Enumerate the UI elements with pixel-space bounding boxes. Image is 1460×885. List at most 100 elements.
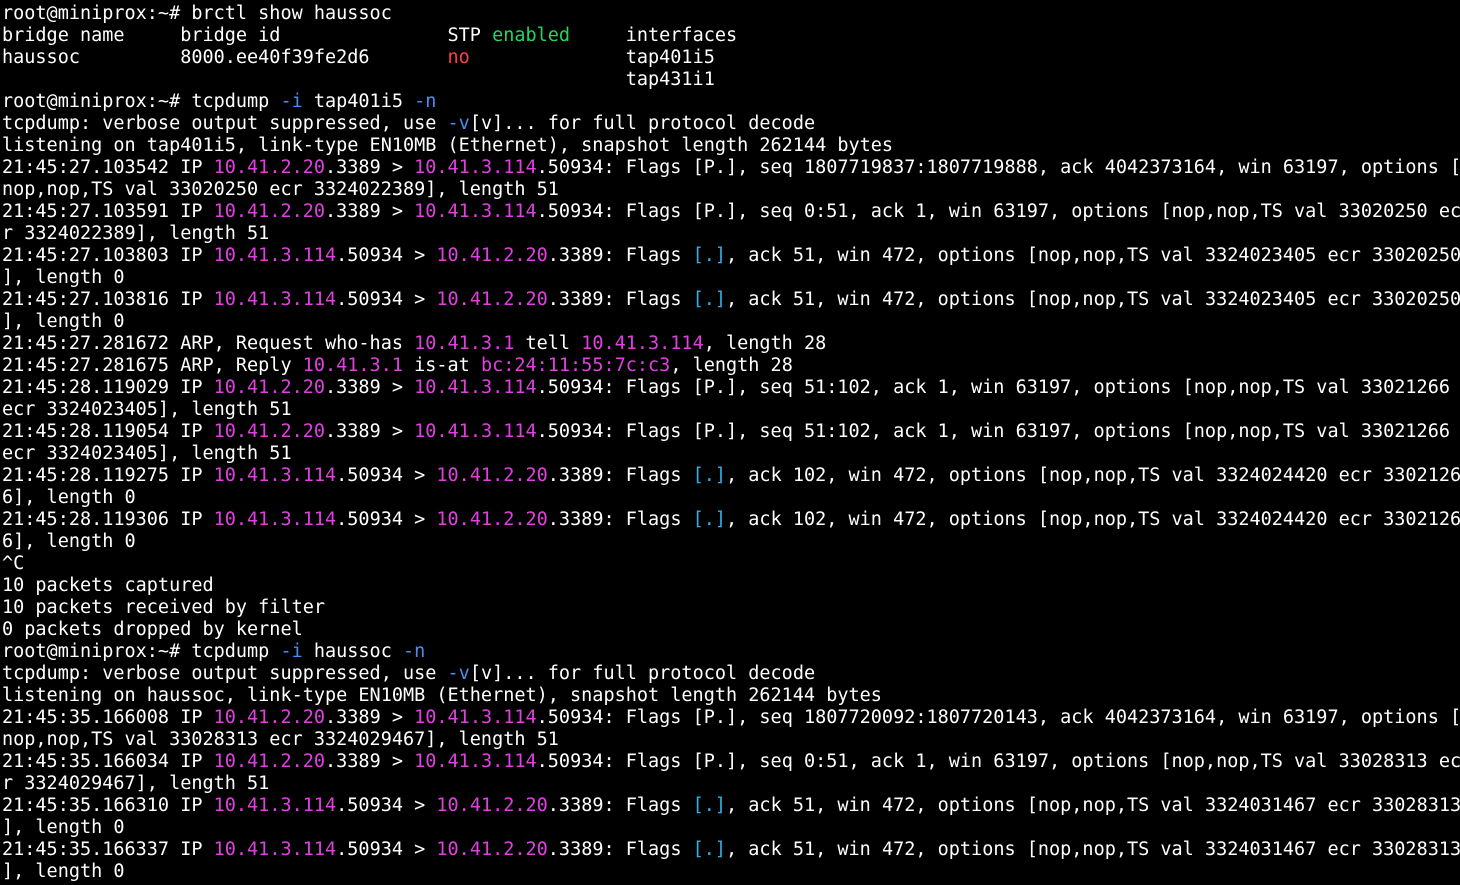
text-segment: tell [514, 333, 582, 354]
text-segment: .50934: Flags [P.], seq 0:51, ack 1, win… [536, 201, 1460, 222]
text-segment: 10 packets received by filter [2, 597, 326, 618]
terminal-line: root@miniprox:~# tcpdump -i haussoc -n [2, 641, 1460, 663]
terminal-window[interactable]: d c :~# br tl s w root@miniprox:~# brctl… [0, 0, 1460, 885]
text-segment: tap401i5 [302, 91, 415, 112]
highlight-ip: 10.41.3.114 [414, 421, 537, 442]
text-segment: 0 packets dropped by kernel [2, 619, 303, 640]
text-segment: 21:45:27.103542 IP [2, 157, 214, 178]
terminal-line: 21:45:35.166337 IP 10.41.3.114.50934 > 1… [2, 839, 1460, 861]
text-segment: .50934 > [336, 509, 437, 530]
text-segment: .3389 > [325, 751, 415, 772]
highlight-ip: 10.41.2.20 [436, 509, 548, 530]
terminal-line: ], length 0 [2, 311, 1460, 333]
highlight-ip: 10.41.3.114 [414, 377, 537, 398]
text-segment: .50934 > [336, 795, 437, 816]
highlight-red: no [447, 47, 470, 68]
text-segment: root@miniprox:~# tcpdump [2, 91, 281, 112]
text-segment: .50934 > [336, 245, 437, 266]
terminal-line: 21:45:35.166034 IP 10.41.2.20.3389 > 10.… [2, 751, 1460, 773]
highlight-option: -v [447, 113, 470, 134]
text-segment: .50934: Flags [P.], seq 0:51, ack 1, win… [536, 751, 1460, 772]
highlight-ip: 10.41.2.20 [436, 839, 548, 860]
text-segment: .50934: Flags [P.], seq 51:102, ack 1, w… [536, 377, 1450, 398]
text-segment: .3389: Flags [547, 795, 693, 816]
terminal-line: ecr 3324023405], length 51 [2, 399, 1460, 421]
text-segment: listening on haussoc, link-type EN10MB (… [2, 685, 882, 706]
text-segment: , length 28 [670, 355, 793, 376]
text-segment: 21:45:35.166337 IP [2, 839, 214, 860]
highlight-ip: 10.41.3.114 [213, 839, 337, 860]
text-segment: ], length 0 [2, 861, 125, 882]
text-segment: .50934: Flags [P.], seq 1807719837:18077… [536, 157, 1460, 178]
text-segment: tap401i5 [469, 47, 715, 68]
text-segment: tap431i1 [2, 69, 715, 90]
terminal-line: listening on haussoc, link-type EN10MB (… [2, 685, 1460, 707]
text-segment: .50934: Flags [P.], seq 51:102, ack 1, w… [536, 421, 1450, 442]
text-segment: .3389 > [325, 421, 415, 442]
text-segment: .50934 > [336, 465, 437, 486]
highlight-ip: 10.41.2.20 [436, 289, 548, 310]
highlight-ip: 10.41.2.20 [213, 421, 326, 442]
terminal-line: 0 packets dropped by kernel [2, 619, 1460, 641]
highlight-ip: 10.41.2.20 [436, 465, 548, 486]
highlight-ip: 10.41.3.114 [414, 751, 537, 772]
terminal-line: haussoc 8000.ee40f39fe2d6 no tap401i5 [2, 47, 1460, 69]
highlight-blue: [.] [692, 795, 727, 816]
terminal-line: 10 packets captured [2, 575, 1460, 597]
terminal-line: 6], length 0 [2, 531, 1460, 553]
highlight-blue: [.] [692, 839, 727, 860]
highlight-ip: 10.41.3.114 [414, 201, 537, 222]
text-segment: .3389 > [325, 377, 415, 398]
text-segment: 6], length 0 [2, 531, 136, 552]
text-segment: 10 packets captured [2, 575, 214, 596]
text-segment: 6], length 0 [2, 487, 136, 508]
text-segment: .50934: Flags [P.], seq 1807720092:18077… [536, 707, 1460, 728]
highlight-blue: [.] [692, 465, 727, 486]
highlight-option: -n [414, 91, 437, 112]
terminal-line: ], length 0 [2, 861, 1460, 883]
text-segment: root@miniprox:~# tcpdump [2, 641, 281, 662]
text-segment: .3389: Flags [547, 465, 693, 486]
text-segment: 21:45:27.281672 ARP, Request who-has [2, 333, 415, 354]
highlight-ip: bc:24:11:55:7c:c3 [480, 355, 671, 376]
terminal-line: tcpdump: verbose output suppressed, use … [2, 663, 1460, 685]
text-segment: listening on tap401i5, link-type EN10MB … [2, 135, 894, 156]
terminal-line: 21:45:27.103591 IP 10.41.2.20.3389 > 10.… [2, 201, 1460, 223]
text-segment: is-at [402, 355, 481, 376]
text-segment: r 3324029467], length 51 [2, 773, 270, 794]
text-segment: 21:45:27.103591 IP [2, 201, 214, 222]
terminal-line: 21:45:27.103542 IP 10.41.2.20.3389 > 10.… [2, 157, 1460, 179]
highlight-green: enabled [492, 25, 571, 46]
text-segment: ecr 3324023405], length 51 [2, 399, 292, 420]
text-segment: ecr 3324023405], length 51 [2, 443, 292, 464]
text-segment: 21:45:28.119275 IP [2, 465, 214, 486]
highlight-ip: 10.41.2.20 [213, 751, 326, 772]
highlight-option: -v [447, 663, 470, 684]
text-segment: , ack 51, win 472, options [nop,nop,TS v… [726, 289, 1460, 310]
terminal-line: 21:45:28.119306 IP 10.41.3.114.50934 > 1… [2, 509, 1460, 531]
terminal-line: r 3324029467], length 51 [2, 773, 1460, 795]
terminal-line: listening on tap401i5, link-type EN10MB … [2, 135, 1460, 157]
highlight-option: -i [280, 91, 303, 112]
highlight-ip: 10.41.3.1 [302, 355, 403, 376]
highlight-blue: [.] [692, 509, 727, 530]
text-segment: , ack 51, win 472, options [nop,nop,TS v… [726, 245, 1460, 266]
highlight-ip: 10.41.3.114 [213, 465, 337, 486]
text-segment: , length 28 [703, 333, 827, 354]
terminal-line: ecr 3324023405], length 51 [2, 443, 1460, 465]
text-segment: , ack 51, win 472, options [nop,nop,TS v… [726, 839, 1460, 860]
text-segment: haussoc [302, 641, 403, 662]
highlight-ip: 10.41.3.114 [414, 707, 537, 728]
text-segment: 21:45:35.166008 IP [2, 707, 214, 728]
text-segment: .3389: Flags [547, 839, 693, 860]
terminal-line: bridge name bridge id STP enabled interf… [2, 25, 1460, 47]
highlight-ip: 10.41.3.114 [414, 157, 537, 178]
terminal-line: nop,nop,TS val 33020250 ecr 3324022389],… [2, 179, 1460, 201]
terminal-line: nop,nop,TS val 33028313 ecr 3324029467],… [2, 729, 1460, 751]
highlight-ip: 10.41.3.1 [414, 333, 515, 354]
text-segment: root@miniprox:~# brctl show haussoc [2, 3, 392, 24]
text-segment: nop,nop,TS val 33028313 ecr 3324029467],… [2, 729, 559, 750]
terminal-line: ], length 0 [2, 267, 1460, 289]
terminal-line: 6], length 0 [2, 487, 1460, 509]
highlight-ip: 10.41.3.114 [581, 333, 704, 354]
